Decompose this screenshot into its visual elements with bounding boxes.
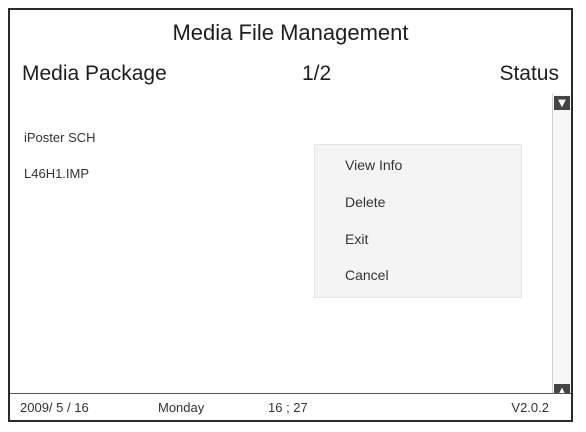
scrollbar[interactable]: ▼ ▲: [552, 94, 571, 404]
media-package-label: Media Package: [22, 62, 167, 85]
media-file-management-screen: Media File Management Media Package 1/2 …: [8, 8, 573, 422]
list-item-iposter-sch[interactable]: iPoster SCH: [24, 130, 96, 145]
menu-item-view-info[interactable]: View Info: [345, 157, 402, 173]
date-display: 2009/ 5 / 16: [20, 400, 89, 415]
menu-item-delete[interactable]: Delete: [345, 194, 385, 210]
version-display: V2.0.2: [511, 400, 549, 415]
status-label: Status: [499, 62, 559, 85]
page-indicator: 1/2: [302, 62, 332, 85]
list-item-l46h1-imp[interactable]: L46H1.IMP: [24, 166, 89, 181]
scroll-up-icon[interactable]: ▼: [554, 96, 570, 110]
status-bar: 2009/ 5 / 16 Monday 16 ; 27 V2.0.2: [10, 393, 571, 420]
weekday-display: Monday: [158, 400, 205, 415]
context-menu: View Info Delete Exit Cancel: [314, 144, 522, 298]
page-title: Media File Management: [172, 20, 409, 45]
menu-item-exit[interactable]: Exit: [345, 231, 368, 247]
time-display: 16 ; 27: [268, 400, 308, 415]
list-header: Media Package 1/2 Status: [10, 60, 571, 96]
menu-item-cancel[interactable]: Cancel: [345, 267, 389, 283]
